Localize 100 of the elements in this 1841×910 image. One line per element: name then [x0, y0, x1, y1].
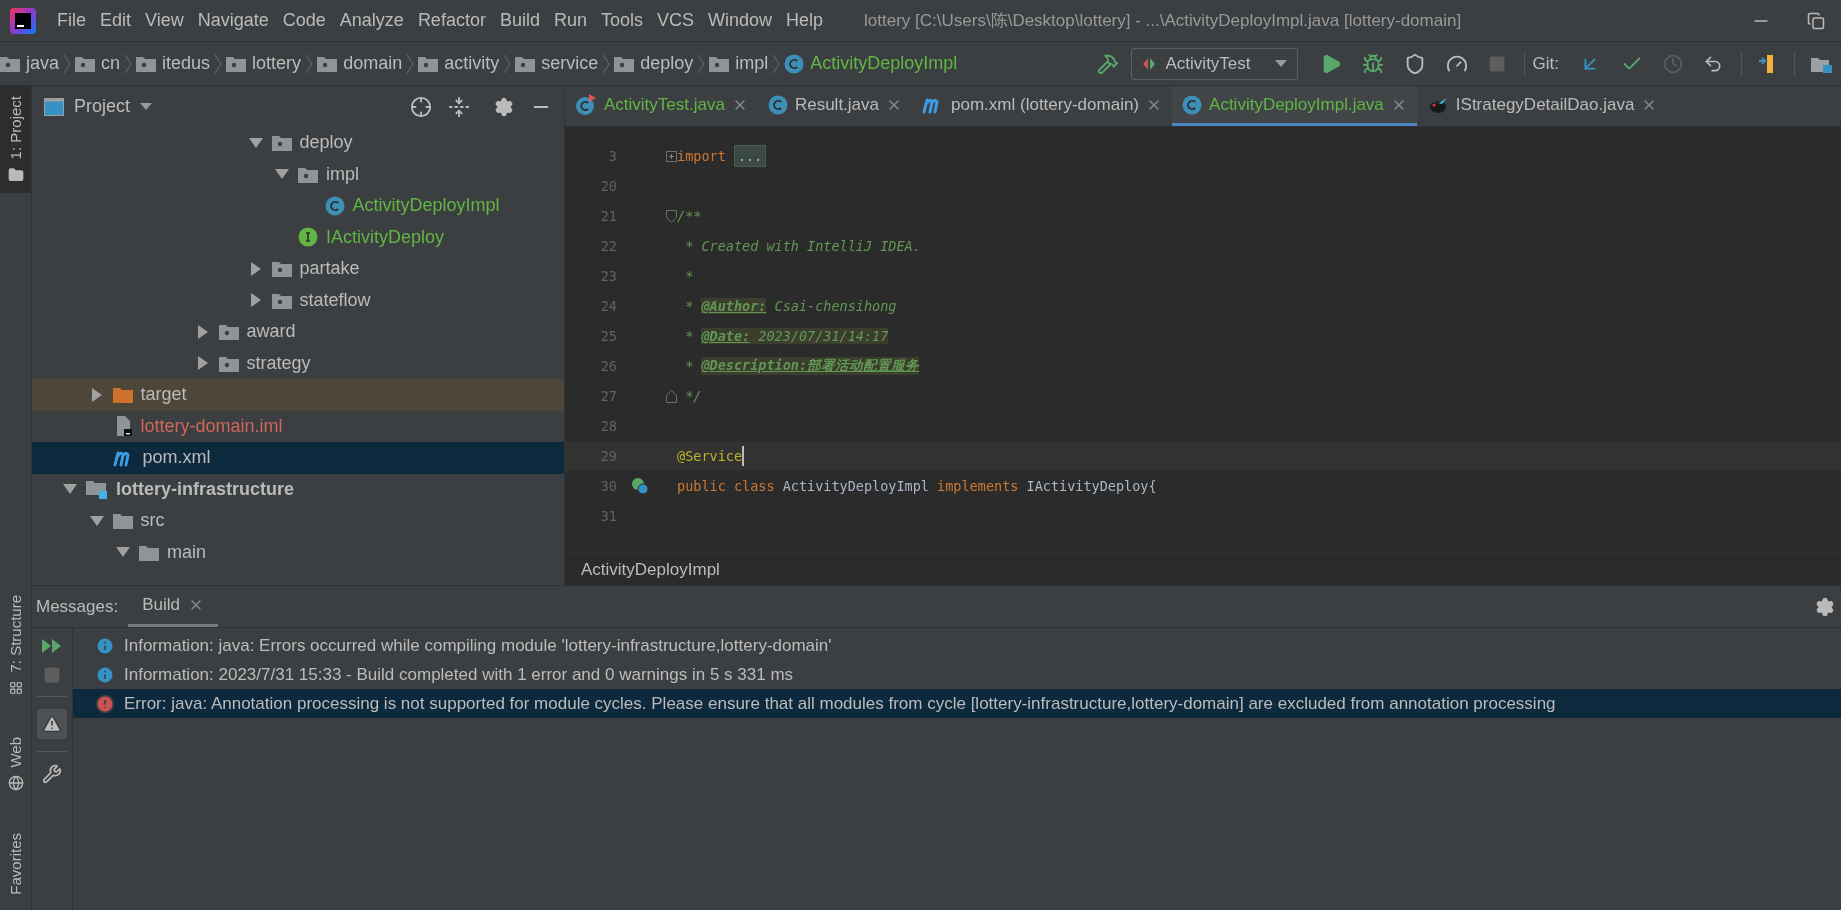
- breadcrumb-item[interactable]: java: [0, 53, 60, 74]
- breadcrumb-item[interactable]: cn: [75, 53, 121, 74]
- menu-item[interactable]: Build: [492, 10, 547, 31]
- menu-item[interactable]: Tools: [593, 10, 650, 31]
- hammer-icon[interactable]: [1096, 52, 1119, 75]
- tree-item-label: IActivityDeploy: [326, 226, 445, 248]
- tree-item-label: src: [140, 510, 165, 532]
- breadcrumb-item[interactable]: domain: [317, 53, 403, 74]
- folder-icon: [7, 167, 24, 184]
- editor-tab[interactable]: pom.xml (lottery-domain): [912, 86, 1173, 126]
- warning-icon: [42, 714, 62, 734]
- collapse-all-icon[interactable]: [448, 95, 470, 118]
- window-title: lottery [C:\Users\陈\Desktop\lottery] - ...\ActivityDeployImpl.java [lottery-domain]: [864, 10, 1462, 32]
- line-number: 23: [599, 268, 617, 284]
- tool-window-button[interactable]: Web: [0, 726, 31, 802]
- message-row[interactable]: Error: java: Annotation processing is not supported for module cycles. Please ensure that all modules from cycle [lottery-infrastructure,lottery-domain] are excluded from annotation processing: [73, 689, 1841, 718]
- breadcrumb-item[interactable]: ActivityDeployImpl: [784, 53, 958, 74]
- code-line: import ...: [677, 145, 767, 167]
- panel-label: Messages:: [36, 596, 119, 617]
- tree-item[interactable]: IActivityDeploy: [32, 221, 564, 253]
- tool-window-button[interactable]: Favorites: [0, 823, 31, 905]
- settings-icon[interactable]: [494, 96, 514, 117]
- chevron-icon: [503, 52, 512, 75]
- menu-item[interactable]: Analyze: [332, 10, 411, 31]
- folder-icon: [75, 55, 96, 72]
- globe-icon: [7, 775, 24, 792]
- tool-window-button[interactable]: 7: Structure: [0, 585, 31, 705]
- folder-icon: [418, 55, 439, 72]
- tree-item[interactable]: partake: [32, 253, 564, 285]
- editor-breadcrumb[interactable]: ActivityDeployImpl: [581, 559, 720, 580]
- wrench-icon[interactable]: [42, 764, 62, 784]
- window-icon: [44, 97, 64, 116]
- folder-icon: [317, 55, 338, 72]
- info-icon: [95, 664, 115, 685]
- menu-item[interactable]: Run: [546, 10, 594, 31]
- chevron-icon: [63, 52, 72, 75]
- run-configuration-dropdown[interactable]: ActivityTest: [1130, 47, 1298, 80]
- git-label: Git:: [1532, 53, 1559, 74]
- implements-marker-icon[interactable]: [631, 477, 649, 495]
- menu-item[interactable]: Window: [701, 10, 780, 31]
- dropdown-caret-icon[interactable]: [140, 103, 153, 110]
- fold-end-icon[interactable]: [666, 389, 677, 403]
- chevron-icon: [305, 52, 314, 75]
- editor-tab[interactable]: ActivityTest.java: [565, 86, 758, 126]
- menu-item[interactable]: VCS: [650, 10, 701, 31]
- class-icon: [784, 53, 805, 74]
- breadcrumb-item[interactable]: lottery: [226, 53, 302, 74]
- menu-item[interactable]: Edit: [93, 10, 139, 31]
- revert-icon[interactable]: [1703, 53, 1723, 74]
- tree-item[interactable]: ActivityDeployImpl: [32, 190, 564, 222]
- menu-item[interactable]: Code: [275, 10, 333, 31]
- menu-item[interactable]: File: [50, 10, 93, 31]
- breadcrumb-item[interactable]: service: [515, 53, 599, 74]
- line-number: 25: [599, 328, 617, 344]
- tree-item[interactable]: lottery-domain.iml: [32, 410, 564, 442]
- chevron-icon: [602, 52, 611, 75]
- editor-tab[interactable]: Result.java: [757, 86, 913, 126]
- breadcrumb-item[interactable]: impl: [709, 53, 769, 74]
- structure-icon: [8, 680, 23, 695]
- tree-item-label: main: [167, 541, 206, 563]
- tab-label: IStrategyDetailDao.java: [1455, 94, 1635, 115]
- menu-item[interactable]: Refactor: [410, 10, 493, 31]
- restore-icon[interactable]: [1807, 11, 1825, 30]
- menu-item[interactable]: Navigate: [190, 10, 276, 31]
- message-row[interactable]: Information: java: Errors occurred while compiling module 'lottery-infrastructure,lottery-domain': [73, 631, 1841, 660]
- editor-tab[interactable]: ActivityDeployImpl.java: [1172, 86, 1417, 126]
- debug-icon[interactable]: [1361, 52, 1384, 75]
- run-config-icon: [1141, 56, 1156, 71]
- tree-item[interactable]: impl: [32, 158, 564, 190]
- tree-item[interactable]: lottery-infrastructure: [32, 473, 564, 505]
- folder-icon: [112, 512, 133, 530]
- dropdown-caret-icon[interactable]: [1274, 60, 1287, 67]
- breadcrumb-item[interactable]: deploy: [614, 53, 694, 74]
- tree-item[interactable]: main: [32, 536, 564, 568]
- tree-item[interactable]: stateflow: [32, 284, 564, 316]
- folder-icon: [112, 386, 133, 404]
- menu-item[interactable]: Help: [779, 10, 831, 31]
- panel-tab[interactable]: Build: [128, 586, 218, 627]
- tree-item-label: award: [246, 321, 296, 343]
- message-row[interactable]: Information: 2023/7/31 15:33 - Build completed with 1 error and 0 warnings in 5 s 331 ms: [73, 660, 1841, 689]
- menu-item[interactable]: View: [138, 10, 191, 31]
- line-number: 22: [599, 238, 617, 254]
- tree-item[interactable]: strategy: [32, 347, 564, 379]
- tree-item[interactable]: target: [32, 379, 564, 411]
- breadcrumb-item[interactable]: activity: [418, 53, 500, 74]
- tool-window-button[interactable]: 1: Project: [0, 86, 31, 194]
- rerun-icon[interactable]: [41, 638, 63, 654]
- fold-plus-icon[interactable]: [666, 150, 677, 162]
- fold-start-icon[interactable]: [666, 209, 677, 223]
- editor-tab[interactable]: IStrategyDetailDao.java: [1416, 86, 1668, 126]
- settings-icon[interactable]: [1815, 596, 1835, 617]
- breadcrumb-item[interactable]: itedus: [136, 53, 211, 74]
- chevron-icon: [697, 52, 706, 75]
- tree-item[interactable]: src: [32, 505, 564, 537]
- tree-item-label: pom.xml: [142, 447, 211, 469]
- tree-item[interactable]: deploy: [32, 127, 564, 159]
- tree-item[interactable]: award: [32, 316, 564, 348]
- locate-icon[interactable]: [410, 95, 432, 118]
- tree-item[interactable]: pom.xml: [32, 442, 564, 474]
- warnings-toggle[interactable]: [37, 709, 67, 739]
